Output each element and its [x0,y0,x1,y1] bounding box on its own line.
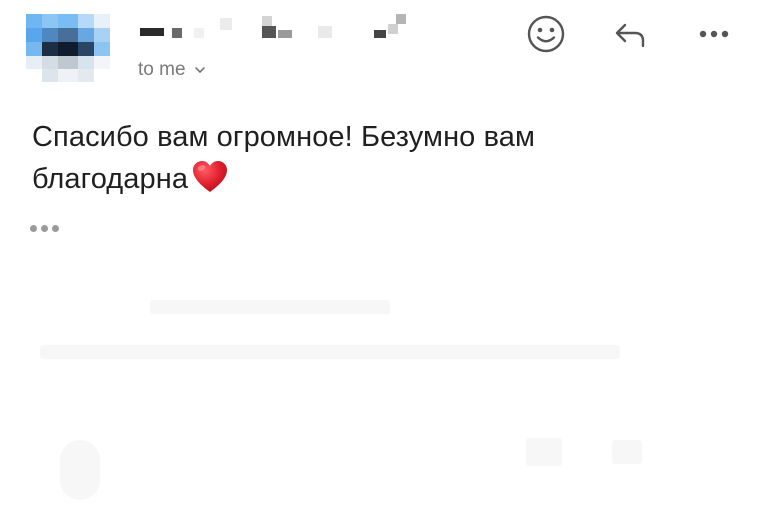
message-body: Спасибо вам огромное! Безумно вам благод… [32,116,732,200]
sender-name-redacted [138,14,428,44]
sender-avatar[interactable] [26,14,110,82]
more-options-button[interactable] [692,12,736,56]
ghost-bleed-through [40,345,620,359]
recipient-label: to me [138,59,186,80]
ghost-bleed-through [612,440,642,464]
message-header: to me [0,0,768,100]
ellipsis-dot-icon [30,224,37,232]
reply-icon [615,23,645,48]
reply-button[interactable] [608,12,652,56]
chevron-down-icon [194,67,205,73]
message-body-line-2-text: благодарна [32,163,189,195]
ghost-bleed-through [150,300,390,314]
message-body-line-1: Спасибо вам огромное! Безумно вам [32,121,536,153]
emoji-reaction-button[interactable] [524,12,568,56]
more-options-icon [699,30,729,38]
ghost-bleed-through [60,440,100,500]
ellipsis-dot-icon [52,224,59,232]
show-trimmed-content-button[interactable] [30,220,68,236]
recipient-toggle[interactable]: to me [138,59,206,81]
message-body-line-2: благодарна [32,158,732,200]
smiley-icon [527,15,565,53]
ghost-bleed-through [526,438,562,466]
ellipsis-dot-icon [41,224,48,232]
red-heart-icon [193,161,228,192]
